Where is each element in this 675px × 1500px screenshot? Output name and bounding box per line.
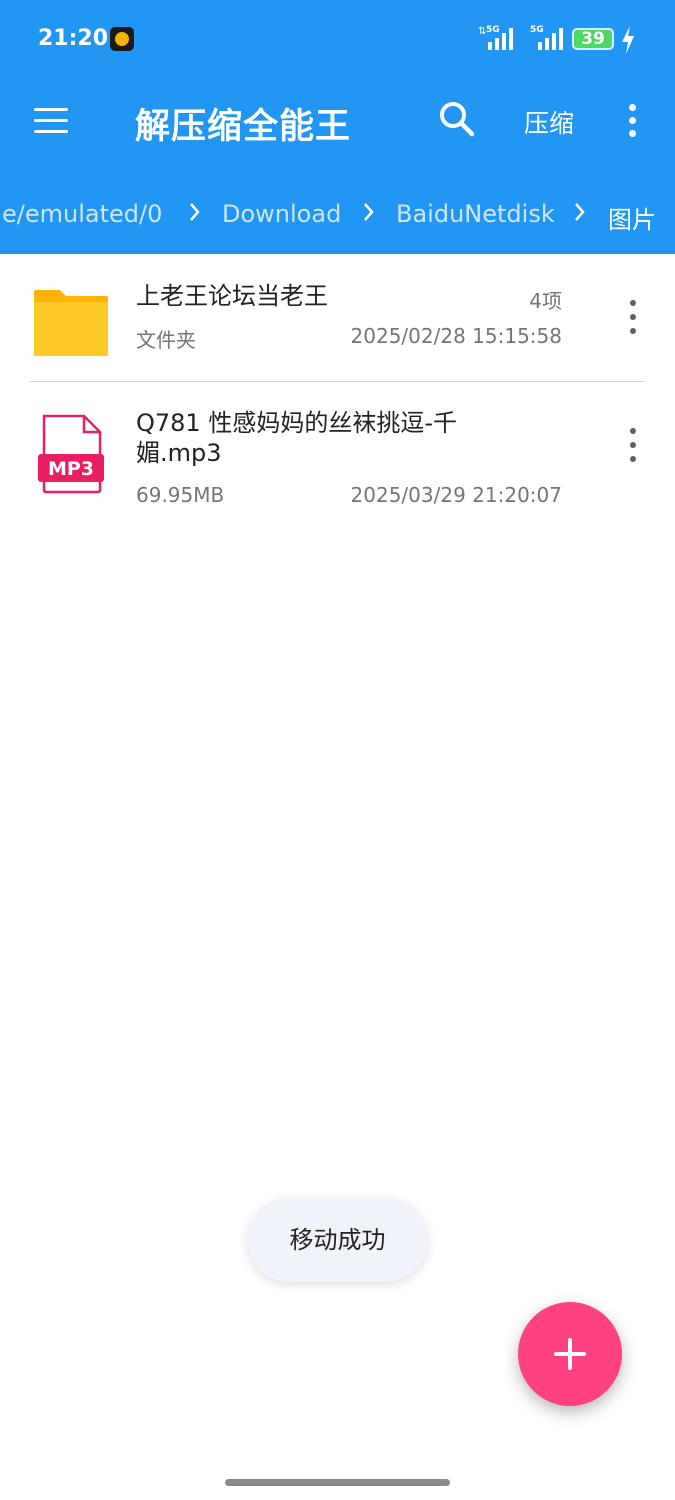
status-bar: 21:20 5G ⇅ 5G 39 xyxy=(0,0,675,78)
mp3-badge: MP3 xyxy=(48,458,94,480)
menu-icon[interactable] xyxy=(32,104,72,138)
screen: 21:20 5G ⇅ 5G 39 解压缩全能王 压缩 e/emulated/0 … xyxy=(0,0,675,1500)
app-header: 21:20 5G ⇅ 5G 39 解压缩全能王 压缩 e/emulated/0 … xyxy=(0,0,675,254)
add-button[interactable] xyxy=(518,1302,622,1406)
divider xyxy=(30,381,645,382)
signal-label: 5G xyxy=(486,25,500,35)
battery-level: 39 xyxy=(581,29,605,49)
home-indicator[interactable] xyxy=(225,1479,450,1486)
breadcrumb-item[interactable]: Download xyxy=(222,200,341,228)
app-title: 解压缩全能王 xyxy=(135,107,352,147)
more-options-icon[interactable] xyxy=(622,426,646,466)
breadcrumb-item[interactable]: BaiduNetdisk xyxy=(396,200,555,228)
mp3-file-icon: MP3 xyxy=(38,414,104,494)
app-notification-icon xyxy=(110,27,134,51)
more-options-icon[interactable] xyxy=(620,100,646,140)
clock: 21:20 xyxy=(38,26,109,51)
breadcrumb-item[interactable]: e/emulated/0 xyxy=(2,200,162,228)
toolbar: 解压缩全能王 压缩 xyxy=(0,78,675,164)
toast-message: 移动成功 xyxy=(247,1198,428,1282)
signal-label: 5G xyxy=(530,25,544,35)
signal-icon: 5G xyxy=(530,25,563,50)
breadcrumb-current[interactable]: 图片 xyxy=(608,200,656,235)
list-item[interactable]: MP3 Q781 性感妈妈的丝袜挑逗-千媚.mp3 69.95MB 2025/0… xyxy=(0,396,675,516)
more-options-icon[interactable] xyxy=(622,298,646,338)
chevron-right-icon xyxy=(575,203,585,221)
signal-icon: 5G ⇅ xyxy=(478,25,513,50)
breadcrumb: e/emulated/0 Download BaiduNetdisk 图片 xyxy=(0,188,675,244)
charging-icon xyxy=(622,26,634,54)
folder-icon xyxy=(34,290,108,356)
modified-date: 2025/03/29 21:20:07 xyxy=(350,483,562,507)
file-type: 文件夹 xyxy=(136,328,196,352)
file-name: Q781 性感妈妈的丝袜挑逗-千媚.mp3 xyxy=(136,409,457,467)
file-name: 上老王论坛当老王 xyxy=(136,282,328,310)
search-icon[interactable] xyxy=(436,98,480,142)
battery-icon: 39 xyxy=(572,28,614,50)
compress-button[interactable]: 压缩 xyxy=(524,104,574,140)
plus-icon xyxy=(554,1338,586,1370)
file-size: 69.95MB xyxy=(136,483,225,507)
modified-date: 2025/02/28 15:15:58 xyxy=(350,324,562,348)
list-item[interactable]: 上老王论坛当老王 文件夹 4项 2025/02/28 15:15:58 xyxy=(0,268,675,378)
chevron-right-icon xyxy=(364,203,374,221)
svg-text:⇅: ⇅ xyxy=(478,26,486,37)
item-count: 4项 xyxy=(529,289,562,313)
chevron-right-icon xyxy=(190,203,200,221)
